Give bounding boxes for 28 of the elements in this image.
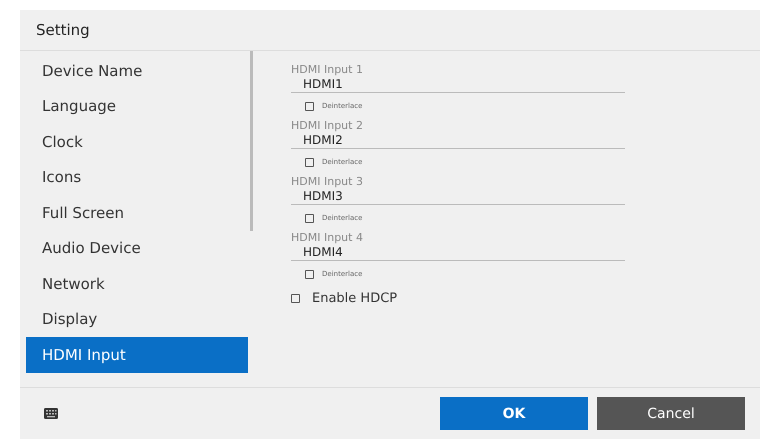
input-field[interactable]: HDMI1 (291, 77, 625, 93)
checkbox[interactable] (305, 270, 314, 278)
sidebar-item[interactable]: Clock (26, 124, 248, 160)
input-field[interactable]: HDMI3 (291, 189, 625, 205)
field-label: HDMI Input 4 (291, 231, 364, 245)
input-field[interactable]: HDMI4 (291, 245, 625, 261)
scrollbar[interactable] (250, 51, 253, 231)
keyboard-icon[interactable] (44, 408, 58, 419)
window-title: Setting (20, 10, 760, 51)
sidebar-item[interactable]: Network (26, 266, 248, 302)
sidebar-item[interactable]: Display (26, 302, 248, 337)
sidebar-item[interactable]: Device Name (26, 53, 248, 88)
checkbox[interactable] (291, 294, 300, 303)
checkbox-label: Enable HDCP (312, 291, 398, 306)
sidebar-item[interactable]: Full Screen (26, 195, 248, 230)
sidebar-item[interactable]: Audio Device (26, 230, 248, 266)
input-field[interactable]: HDMI2 (291, 133, 625, 149)
field-label: HDMI Input 3 (291, 175, 364, 189)
checkbox[interactable] (305, 214, 314, 222)
field-label: HDMI Input 2 (291, 119, 364, 133)
checkbox[interactable] (305, 158, 314, 166)
sidebar-item[interactable]: HDMI Input (26, 337, 248, 372)
cancel-button[interactable]: Cancel (597, 397, 745, 430)
sidebar-item[interactable]: Icons (26, 160, 248, 195)
ok-button[interactable]: OK (440, 397, 588, 430)
checkbox[interactable] (305, 102, 314, 110)
field-label: HDMI Input 1 (291, 63, 364, 77)
sidebar-item[interactable]: Language (26, 88, 248, 124)
